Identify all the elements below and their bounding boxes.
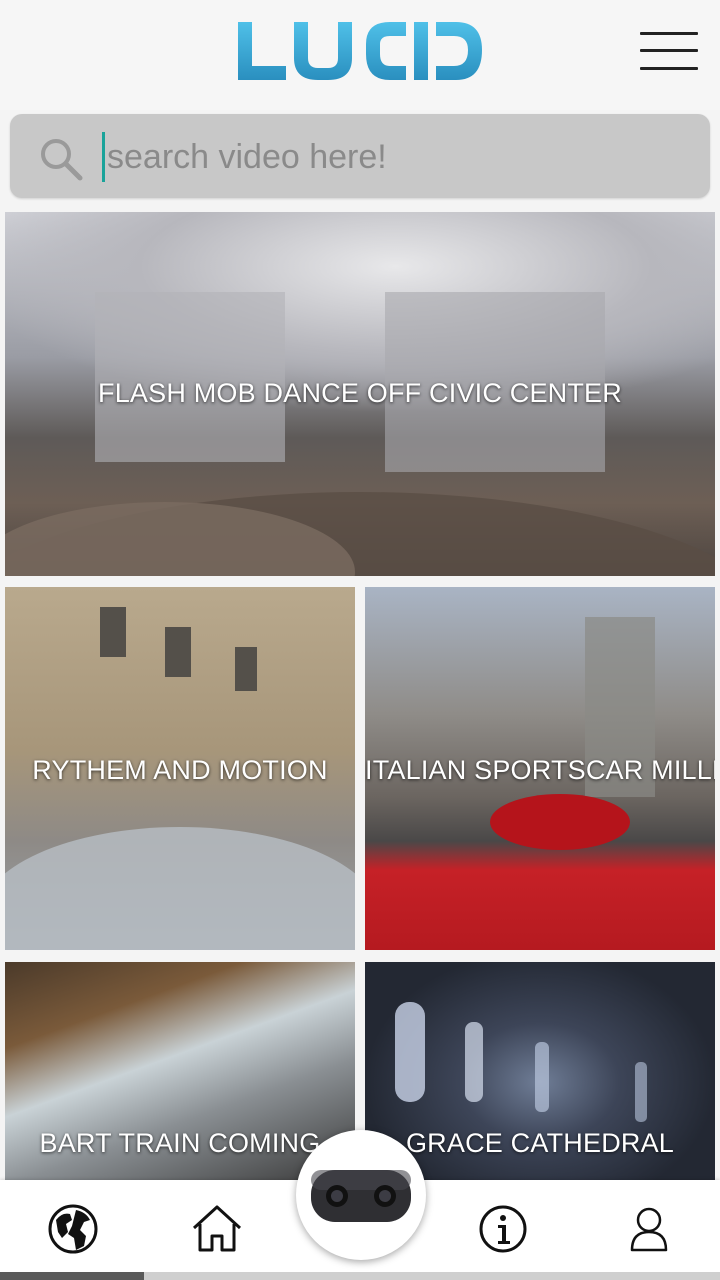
video-tile[interactable]: FLASH MOB DANCE OFF CIVIC CENTER — [5, 212, 715, 576]
nav-profile-button[interactable] — [622, 1202, 676, 1256]
video-tile[interactable]: ITALIAN SPORTSCAR MILLE — [365, 587, 715, 950]
video-tile[interactable]: RYTHEM AND MOTION — [5, 587, 355, 950]
hamburger-menu-icon — [640, 32, 698, 35]
home-indicator-thumb — [0, 1272, 144, 1280]
home-indicator — [0, 1272, 720, 1280]
profile-icon — [630, 1207, 668, 1252]
nav-globe-button[interactable] — [46, 1202, 100, 1256]
search-icon — [41, 139, 83, 181]
hamburger-menu-icon — [640, 49, 698, 52]
video-title: FLASH MOB DANCE OFF CIVIC CENTER — [98, 378, 622, 408]
hamburger-menu-icon — [640, 67, 698, 70]
menu-button[interactable] — [636, 30, 700, 74]
video-tile[interactable]: BART TRAIN COMING — [5, 962, 355, 1180]
globe-icon — [48, 1204, 98, 1254]
video-title: GRACE CATHEDRAL — [405, 1128, 675, 1158]
camera-button[interactable] — [296, 1130, 426, 1260]
search-input[interactable] — [102, 132, 692, 182]
video-title: RYTHEM AND MOTION — [32, 755, 328, 785]
video-tile[interactable]: GRACE CATHEDRAL — [365, 962, 715, 1180]
camera-icon — [311, 1170, 411, 1222]
app-header — [0, 0, 720, 110]
info-icon — [479, 1205, 527, 1253]
video-title: ITALIAN SPORTSCAR MILLE — [365, 755, 715, 785]
home-icon — [192, 1205, 242, 1252]
nav-home-button[interactable] — [190, 1202, 244, 1256]
nav-info-button[interactable] — [476, 1202, 530, 1256]
video-title: BART TRAIN COMING — [39, 1128, 321, 1158]
search-bar[interactable] — [10, 114, 710, 198]
lucid-logo — [0, 0, 720, 100]
